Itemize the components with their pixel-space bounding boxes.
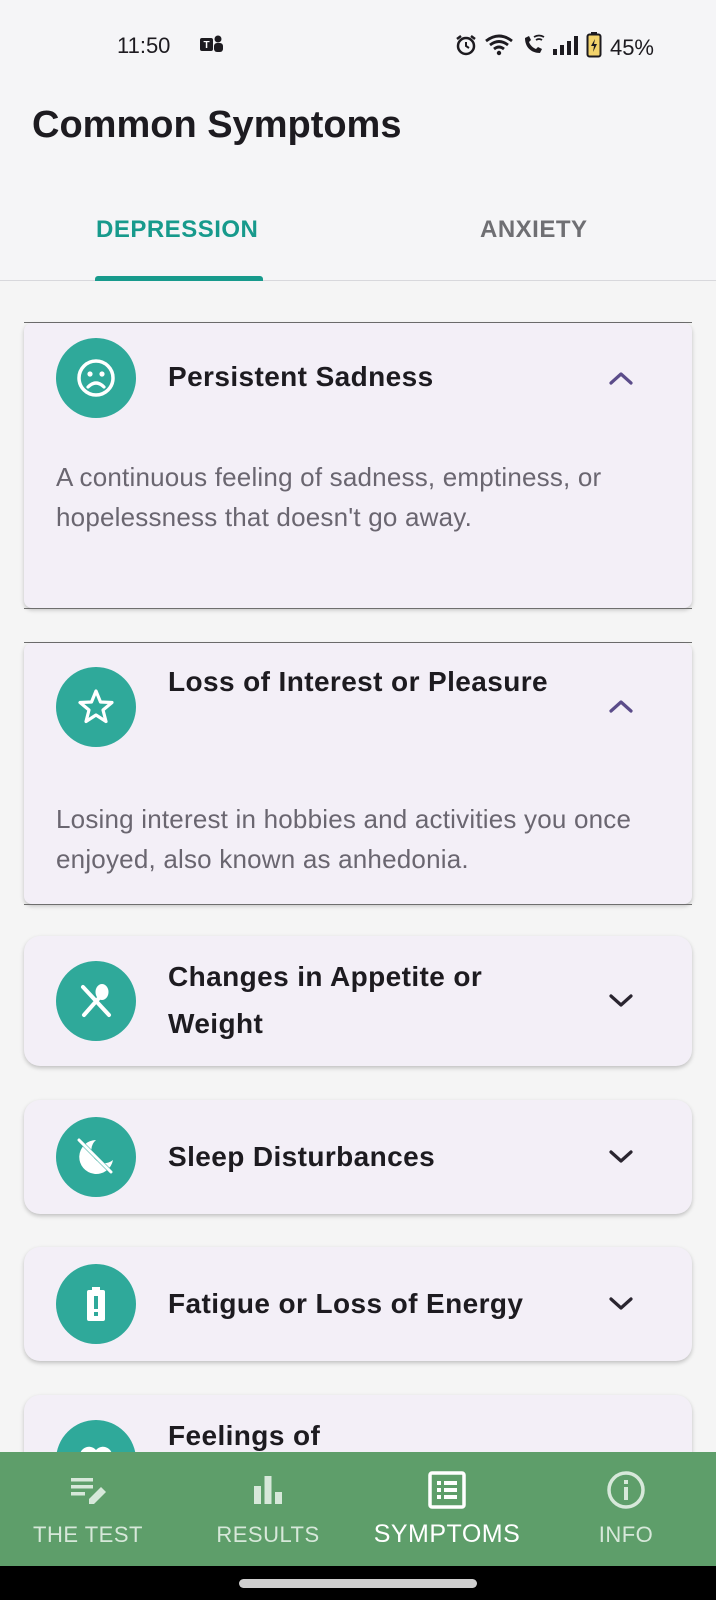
wifi-icon	[484, 33, 514, 62]
chevron-up-icon[interactable]	[604, 361, 638, 395]
nav-results[interactable]: RESULTS	[208, 1452, 328, 1566]
symptom-card-persistent-sadness[interactable]: Persistent Sadness A continuous feeling …	[24, 323, 692, 608]
symptom-title: Feelings of	[168, 1420, 321, 1451]
home-gesture-handle[interactable]	[239, 1579, 477, 1588]
tab-anxiety[interactable]: ANXIETY	[480, 216, 588, 244]
page-title: Common Symptoms	[32, 104, 402, 146]
battery-charging-icon	[586, 32, 602, 63]
symptom-title: Changes in Appetite or Weight	[168, 961, 483, 1039]
app-bar: Common Symptoms	[0, 88, 716, 184]
symptom-title: Sleep Disturbances	[168, 1141, 436, 1172]
symptom-title: Persistent Sadness	[168, 361, 434, 392]
chevron-down-icon[interactable]	[604, 984, 638, 1018]
nav-info[interactable]: INFO	[566, 1452, 686, 1566]
bottom-navigation: THE TEST RESULTS SYMPTOMS INFO	[0, 1452, 716, 1566]
nav-label: RESULTS	[216, 1522, 320, 1547]
symptom-card-sleep-disturbances[interactable]: Sleep Disturbances	[24, 1100, 692, 1214]
tab-indicator	[95, 276, 263, 281]
svg-text:T: T	[203, 40, 209, 51]
signal-icon	[552, 34, 580, 61]
nav-label: SYMPTOMS	[373, 1520, 521, 1548]
chevron-up-icon[interactable]	[604, 689, 638, 723]
star-outline-icon	[56, 667, 136, 747]
symptom-card-loss-of-interest[interactable]: Loss of Interest or Pleasure Losing inte…	[24, 643, 692, 904]
symptom-title: Loss of Interest or Pleasure	[168, 666, 548, 697]
bar-chart-icon	[250, 1470, 286, 1510]
battery-percent: 45%	[609, 34, 654, 60]
edit-note-icon	[68, 1470, 108, 1510]
symptom-list[interactable]: Persistent Sadness A continuous feeling …	[0, 282, 716, 1452]
nav-the-test[interactable]: THE TEST	[28, 1452, 148, 1566]
nav-label: THE TEST	[33, 1522, 143, 1547]
symptom-card-fatigue[interactable]: Fatigue or Loss of Energy	[24, 1247, 692, 1361]
symptom-description: Losing interest in hobbies and activitie…	[56, 804, 632, 874]
divider	[24, 608, 692, 609]
teams-icon: T	[200, 34, 226, 61]
status-bar: 11:50 T 45%	[0, 0, 716, 88]
chevron-down-icon[interactable]	[604, 1287, 638, 1321]
tab-depression[interactable]: DEPRESSION	[96, 216, 258, 244]
no-meals-icon	[56, 961, 136, 1041]
symptom-title: Fatigue or Loss of Energy	[168, 1288, 524, 1319]
symptom-card-appetite-weight[interactable]: Changes in Appetite or Weight	[24, 936, 692, 1066]
tab-bar: DEPRESSION ANXIETY	[0, 184, 716, 281]
battery-alert-icon	[56, 1264, 136, 1344]
symptom-description: A continuous feeling of sadness, emptine…	[56, 462, 602, 532]
bedtime-off-icon	[56, 1117, 136, 1197]
nav-label: INFO	[598, 1522, 654, 1547]
symptom-card-feelings[interactable]: Feelings of	[24, 1395, 692, 1452]
info-icon	[606, 1470, 646, 1510]
alarm-icon	[454, 33, 478, 62]
status-time: 11:50	[117, 33, 171, 58]
list-alt-icon	[427, 1470, 467, 1510]
chevron-down-icon[interactable]	[604, 1140, 638, 1174]
system-gesture-area	[0, 1566, 716, 1600]
divider	[24, 904, 692, 905]
nav-symptoms[interactable]: SYMPTOMS	[362, 1452, 532, 1566]
wifi-calling-icon	[520, 33, 546, 62]
heart-broken-icon	[56, 1420, 136, 1452]
sad-face-icon	[56, 338, 136, 418]
